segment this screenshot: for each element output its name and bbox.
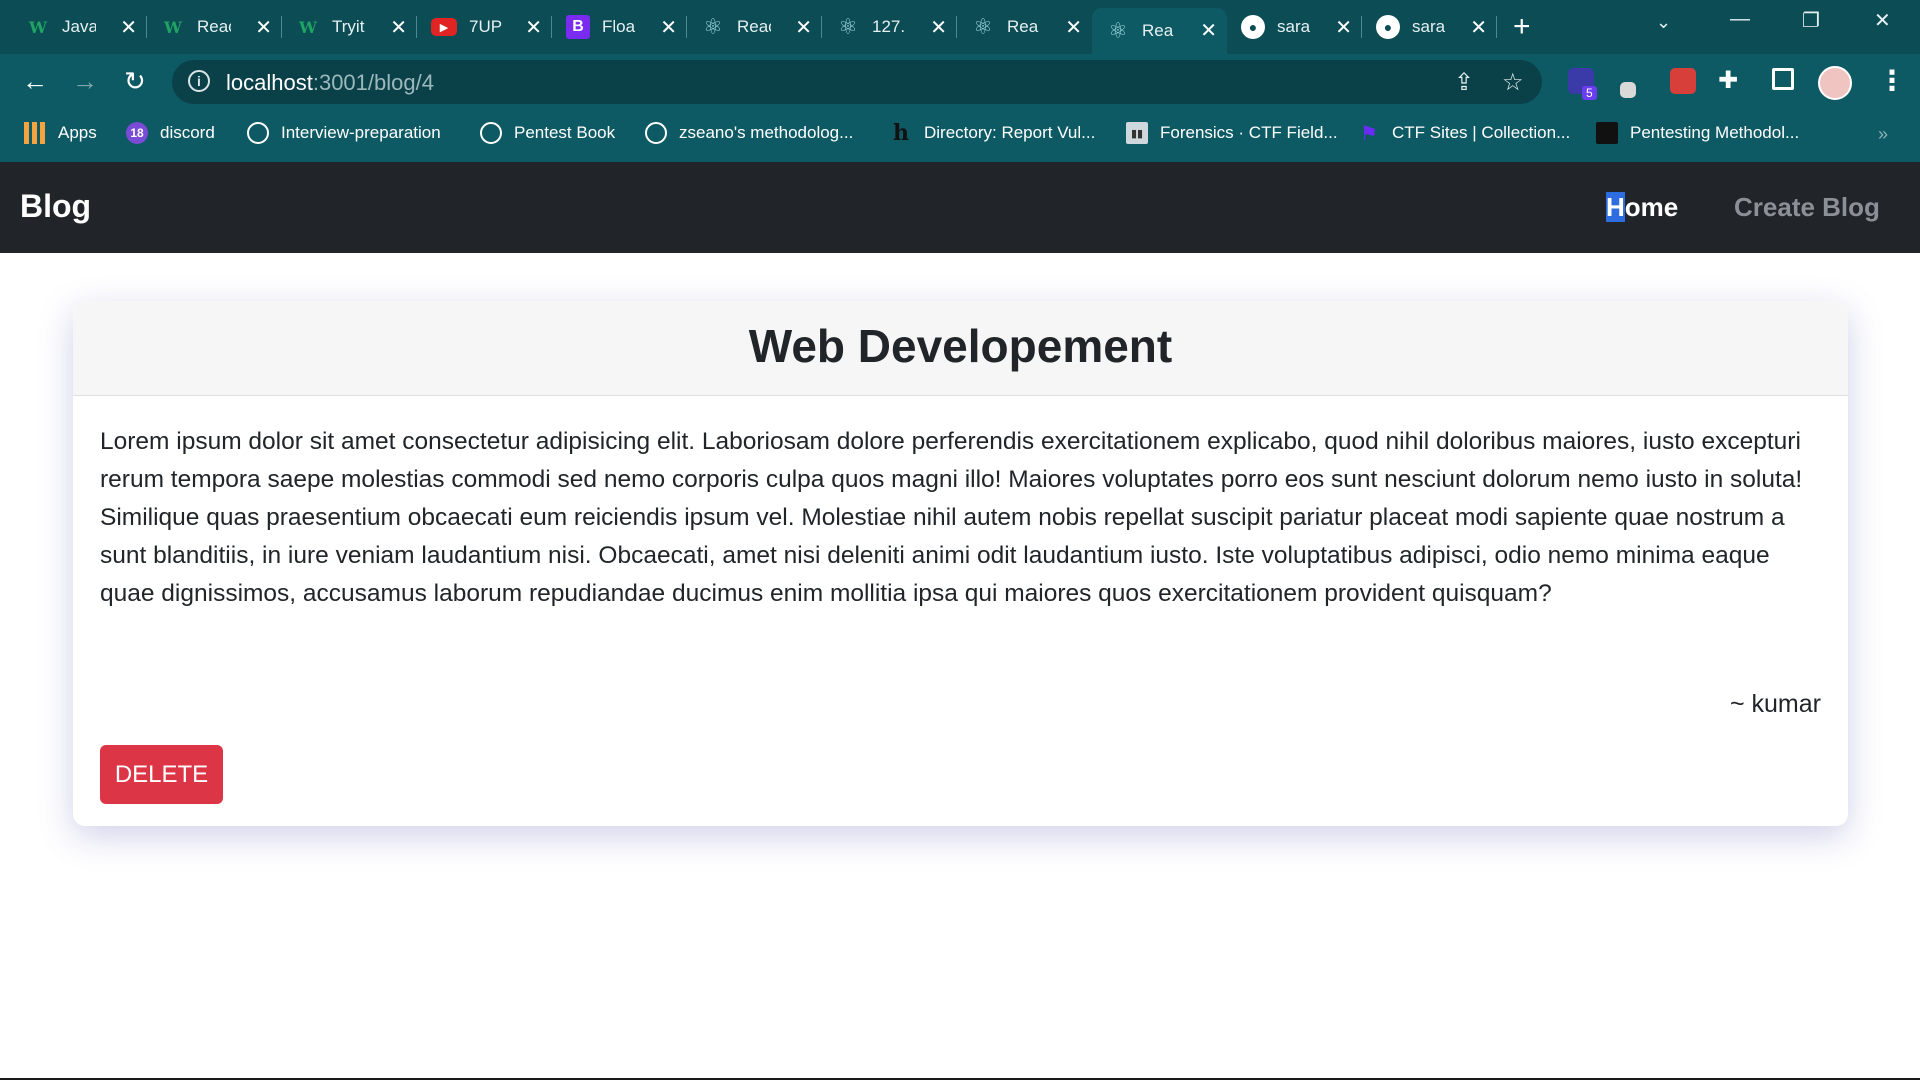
- bookmark-discord[interactable]: 18 discord: [126, 122, 215, 144]
- bookmark-ctf-sites[interactable]: ⚑ CTF Sites | Collection...: [1358, 122, 1570, 145]
- browser-toolbar: ← → ↻ i localhost:3001/blog/4 ⇪ ☆ 5 ✚ ⋮: [0, 54, 1920, 110]
- pen-icon: [1596, 122, 1618, 144]
- nav-create-blog-link[interactable]: Create Blog: [1734, 192, 1880, 223]
- globe-icon: [645, 122, 667, 144]
- tab-title: Reac: [197, 17, 231, 36]
- forward-icon[interactable]: →: [72, 66, 98, 97]
- delete-button[interactable]: DELETE: [100, 745, 223, 804]
- pen-extension-icon[interactable]: [1620, 82, 1636, 98]
- browser-tab[interactable]: W Java ✕: [12, 10, 147, 44]
- tab-title: Tryit: [332, 17, 365, 36]
- tab-title: Rea: [1142, 21, 1174, 40]
- bookmark-zseano[interactable]: zseano's methodolog...: [645, 122, 853, 144]
- top-navbar: Blog Home Create Blog: [0, 162, 1920, 253]
- tab-title: 127.: [872, 17, 906, 36]
- w3schools-icon: W: [29, 17, 47, 37]
- tab-title: Reac: [737, 17, 771, 36]
- react-icon: ⚛: [1108, 18, 1128, 43]
- react-icon: ⚛: [838, 14, 858, 39]
- close-icon[interactable]: ✕: [120, 15, 137, 40]
- apps-icon: [24, 122, 46, 144]
- menu-kebab-icon[interactable]: ⋮: [1878, 64, 1906, 97]
- browser-tab-active[interactable]: ⚛ Rea ✕: [1092, 8, 1227, 54]
- site-info-icon[interactable]: i: [188, 70, 210, 92]
- close-icon[interactable]: ✕: [390, 15, 407, 40]
- close-icon[interactable]: ✕: [1065, 15, 1082, 40]
- page-viewport: Blog Home Create Blog Web Developement L…: [0, 162, 1920, 1080]
- close-icon[interactable]: ✕: [255, 15, 272, 40]
- tab-title: Rea: [1007, 17, 1039, 36]
- browser-tab[interactable]: W Tryit ✕: [282, 10, 417, 44]
- youtube-icon: ▶: [431, 18, 457, 36]
- browser-tab[interactable]: ● sara ✕: [1227, 10, 1362, 44]
- browser-tab[interactable]: B Floa ✕: [552, 10, 687, 44]
- tab-search-chevron-icon[interactable]: ⌄: [1656, 12, 1671, 33]
- discord-icon: 18: [126, 122, 148, 144]
- share-icon[interactable]: ⇪: [1454, 68, 1474, 97]
- selected-letter: H: [1606, 192, 1625, 222]
- chevron-right-icon[interactable]: »: [1878, 124, 1888, 145]
- post-author: ~ kumar: [1729, 690, 1821, 718]
- post-title: Web Developement: [748, 320, 1173, 372]
- avatar[interactable]: [1818, 66, 1852, 100]
- puzzle-extensions-icon[interactable]: ✚: [1718, 66, 1738, 95]
- bookmark-pentest-book[interactable]: Pentest Book: [480, 122, 615, 144]
- bookmark-apps[interactable]: Apps: [24, 122, 97, 144]
- new-tab-icon[interactable]: +: [1513, 10, 1531, 44]
- tab-title: Java: [62, 17, 96, 36]
- reload-icon[interactable]: ↻: [124, 66, 146, 97]
- w3schools-icon: W: [299, 17, 317, 37]
- nav-home-link[interactable]: Home: [1606, 192, 1678, 223]
- flag-icon: ⚑: [1360, 122, 1378, 145]
- github-icon: ●: [1241, 15, 1265, 39]
- browser-tab[interactable]: ⚛ 127. ✕: [822, 10, 957, 44]
- hackerone-icon: h: [893, 120, 909, 146]
- browser-tab[interactable]: ⚛ Rea ✕: [957, 10, 1092, 44]
- close-icon[interactable]: ✕: [795, 15, 812, 40]
- browser-tab[interactable]: W Reac ✕: [147, 10, 282, 44]
- bookmark-star-icon[interactable]: ☆: [1502, 68, 1524, 97]
- browser-tab-strip: W Java ✕ W Reac ✕ W Tryit ✕ ▶ 7UP ✕ B Fl…: [0, 0, 1920, 54]
- browser-tab[interactable]: ⚛ Reac ✕: [687, 10, 822, 44]
- tab-title: sara: [1277, 17, 1311, 36]
- card-header: Web Developement: [73, 301, 1848, 396]
- blog-post-card: Web Developement Lorem ipsum dolor sit a…: [73, 301, 1848, 826]
- github-icon: ●: [1376, 15, 1400, 39]
- tab-title: 7UP: [469, 17, 503, 36]
- bookmark-directory-report[interactable]: h Directory: Report Vul...: [890, 120, 1095, 146]
- bookmarks-bar: Apps 18 discord Interview-preparation Pen…: [0, 110, 1920, 162]
- bookmark-forensics[interactable]: ▮▮ Forensics · CTF Field...: [1126, 122, 1338, 144]
- side-panel-icon[interactable]: [1772, 68, 1794, 90]
- bug-extension-icon[interactable]: [1670, 68, 1696, 94]
- bootstrap-icon: B: [566, 15, 590, 39]
- url-text[interactable]: localhost:3001/blog/4: [226, 70, 434, 96]
- brand-logo[interactable]: Blog: [20, 188, 91, 225]
- back-icon[interactable]: ←: [22, 66, 48, 97]
- browser-tab[interactable]: ● sara ✕: [1362, 10, 1497, 44]
- w3schools-icon: W: [164, 17, 182, 37]
- close-icon[interactable]: ✕: [525, 15, 542, 40]
- post-body: Lorem ipsum dolor sit amet consectetur a…: [100, 428, 1803, 607]
- address-bar[interactable]: i localhost:3001/blog/4 ⇪ ☆: [172, 60, 1542, 104]
- react-icon: ⚛: [973, 14, 993, 39]
- minimize-icon[interactable]: —: [1730, 8, 1750, 31]
- close-icon[interactable]: ✕: [660, 15, 677, 40]
- browser-tab[interactable]: ▶ 7UP ✕: [417, 10, 552, 44]
- close-icon[interactable]: ✕: [1200, 18, 1217, 43]
- bookmark-pentesting-methodology[interactable]: Pentesting Methodol...: [1596, 122, 1799, 144]
- tab-title: sara: [1412, 17, 1446, 36]
- globe-icon: [247, 122, 269, 144]
- book-icon: ▮▮: [1126, 122, 1148, 144]
- window-close-icon[interactable]: ✕: [1874, 8, 1891, 33]
- globe-icon: [480, 122, 502, 144]
- bookmark-interview-preparation[interactable]: Interview-preparation: [247, 122, 441, 144]
- react-icon: ⚛: [703, 14, 723, 39]
- close-icon[interactable]: ✕: [1470, 15, 1487, 40]
- restore-icon[interactable]: ❐: [1802, 8, 1820, 33]
- close-icon[interactable]: ✕: [930, 15, 947, 40]
- extension-badge: 5: [1582, 86, 1597, 100]
- tab-title: Floa: [602, 17, 636, 36]
- close-icon[interactable]: ✕: [1335, 15, 1352, 40]
